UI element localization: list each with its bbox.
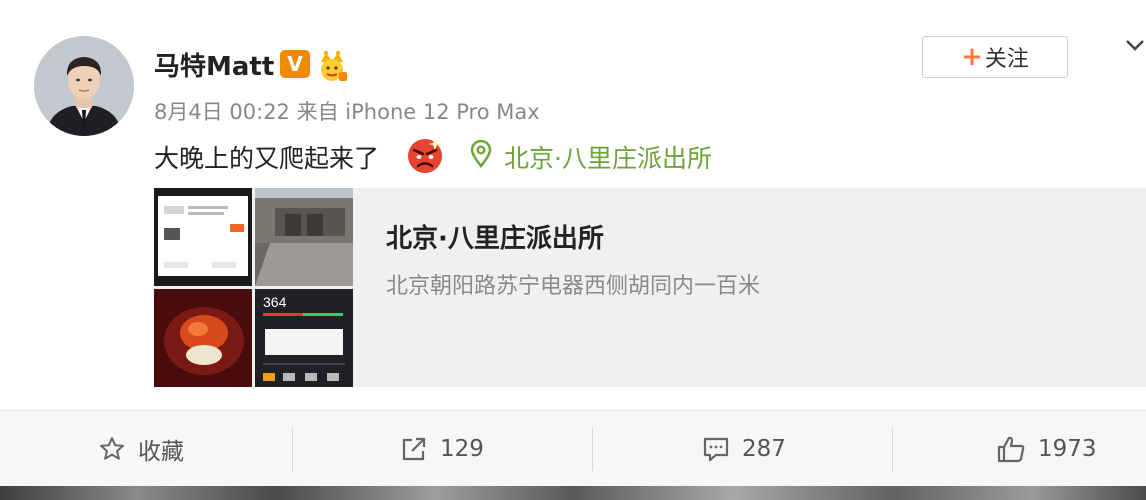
comment-icon	[703, 437, 729, 462]
post-text: 大晚上的又爬起来了	[154, 144, 380, 173]
location-card-address: 北京朝阳路苏宁电器西侧胡同内一百米	[386, 274, 761, 299]
weibo-post-card: 马特Matt V 8月4日 00:22 来自 iPhone 12 Pro Max…	[0, 0, 1146, 410]
divider	[892, 427, 893, 471]
thumbnail-food	[154, 289, 252, 387]
star-icon	[100, 437, 124, 460]
location-pin-icon	[470, 140, 492, 168]
verified-badge-icon: V	[280, 50, 310, 78]
thumbnail-air-quality: 364	[255, 289, 353, 387]
thumbnail-aqi-value: 364	[263, 294, 287, 310]
thumbs-up-icon	[997, 436, 1025, 463]
crown-emoji-icon	[321, 50, 347, 81]
follow-label: 关注	[984, 47, 1029, 72]
user-avatar[interactable]	[34, 36, 134, 136]
location-link[interactable]: 北京·八里庄派出所	[504, 139, 712, 175]
next-post-image-edge	[0, 486, 1146, 500]
comment-count: 287	[742, 436, 786, 462]
location-thumbnails: 364	[154, 188, 354, 387]
action-bar: 收藏 129 287 1973	[0, 410, 1146, 486]
chevron-down-icon[interactable]	[1124, 38, 1146, 54]
location-card[interactable]: 364 北京·八里庄派出所 北京朝阳路苏宁电器西侧胡同内一百米	[154, 188, 1146, 387]
username[interactable]: 马特Matt	[154, 46, 274, 83]
divider	[292, 427, 293, 471]
follow-button[interactable]: + 关注	[922, 36, 1068, 78]
thumbnail-street	[255, 188, 353, 286]
like-count: 1973	[1038, 436, 1097, 462]
location-card-title: 北京·八里庄派出所	[386, 224, 604, 254]
post-meta: 8月4日 00:22 来自 iPhone 12 Pro Max	[154, 96, 540, 126]
favorite-label: 收藏	[138, 439, 184, 465]
comment-button[interactable]: 287	[702, 411, 786, 487]
share-icon	[402, 437, 426, 461]
avatar-image	[34, 36, 134, 136]
post-date[interactable]: 8月4日 00:22	[154, 100, 290, 124]
divider	[592, 427, 593, 471]
angry-face-emoji-icon	[408, 138, 442, 173]
like-button[interactable]: 1973	[996, 411, 1097, 487]
favorite-button[interactable]: 收藏	[98, 411, 184, 487]
thumbnail-screenshot	[154, 188, 252, 286]
repost-count: 129	[440, 436, 484, 462]
repost-button[interactable]: 129	[400, 411, 484, 487]
post-source: 来自 iPhone 12 Pro Max	[296, 100, 540, 124]
plus-icon: +	[961, 42, 983, 72]
